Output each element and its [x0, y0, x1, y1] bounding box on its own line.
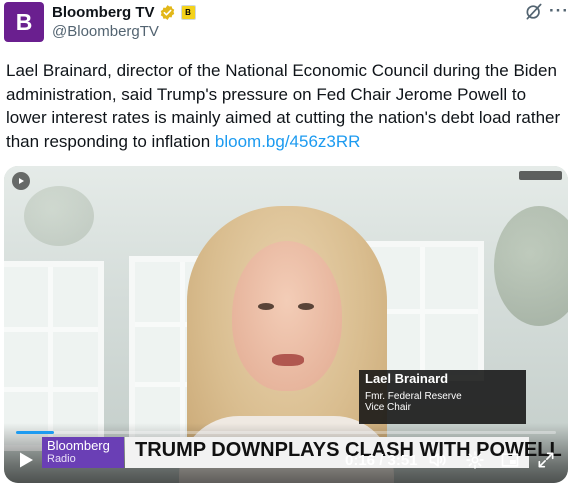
volume-icon[interactable] — [428, 450, 448, 470]
pip-icon[interactable] — [500, 450, 520, 470]
tweet-text: Lael Brainard, director of the National … — [6, 59, 568, 153]
handle[interactable]: @BloombergTV — [52, 23, 159, 40]
display-name[interactable]: Bloomberg TV — [52, 4, 155, 21]
progress-fill — [16, 431, 54, 434]
verified-icon[interactable] — [159, 4, 176, 21]
settings-icon[interactable] — [465, 450, 485, 470]
progress-bar[interactable] — [16, 431, 556, 434]
video-player[interactable]: Lael Brainard Fmr. Federal Reserve Vice … — [4, 166, 568, 483]
more-icon[interactable]: ··· — [549, 2, 569, 19]
name-row: Bloomberg TV B — [52, 3, 196, 21]
fullscreen-icon[interactable] — [536, 450, 556, 470]
tweet-link[interactable]: bloom.bg/456z3RR — [215, 132, 361, 151]
avatar[interactable]: B — [4, 2, 44, 42]
lower-third-title-2: Vice Chair — [365, 402, 411, 413]
brand-name: Bloomberg — [47, 438, 110, 453]
lower-third-title: Fmr. Federal Reserve — [365, 391, 462, 402]
media-badge-icon — [12, 172, 30, 190]
video-time: 0:16 / 3:51 — [345, 452, 418, 469]
background-foliage-2 — [24, 186, 94, 246]
affiliate-badge[interactable]: B — [180, 4, 196, 20]
brand-sub: Radio — [47, 453, 76, 465]
lower-third-name: Lael Brainard — [365, 371, 449, 386]
grok-icon[interactable] — [524, 2, 544, 22]
play-icon[interactable] — [16, 450, 36, 470]
corner-tag — [519, 171, 562, 180]
avatar-letter: B — [15, 8, 33, 35]
